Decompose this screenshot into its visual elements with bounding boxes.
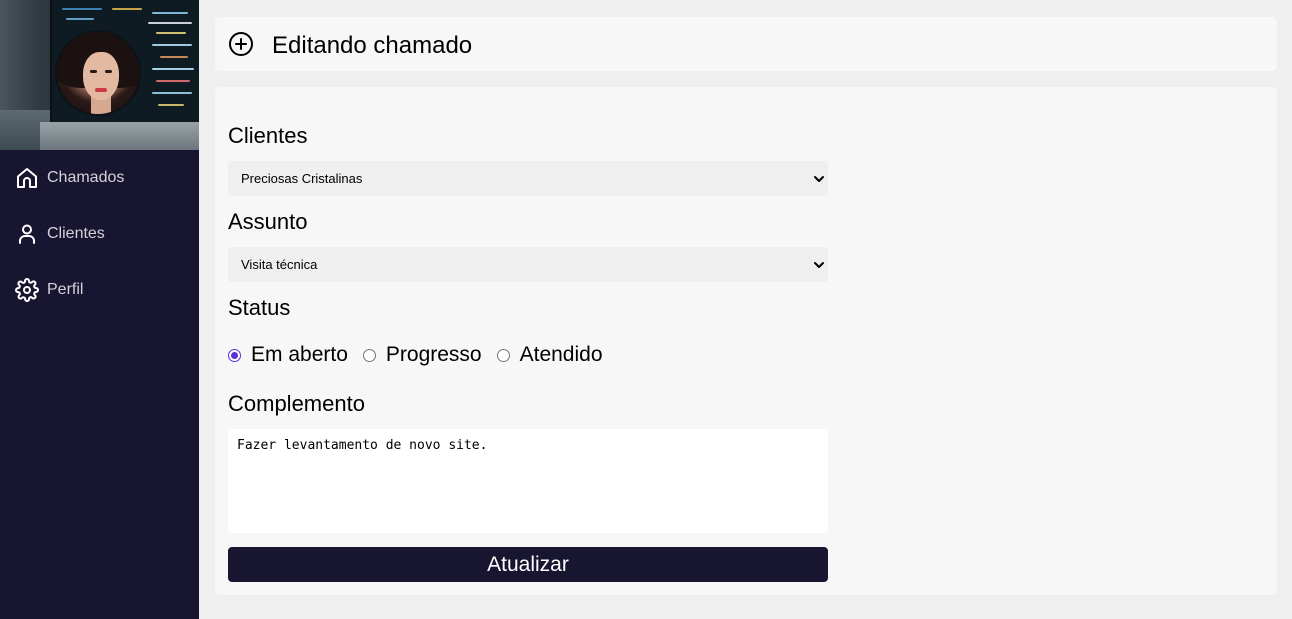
status-label: Status [228,295,291,320]
radio-label-progresso: Progresso [385,343,482,366]
chevron-down-icon [814,176,824,182]
sidebar: Chamados Clientes Perfil [0,0,199,619]
radio-em-aberto[interactable] [228,348,241,362]
profile-banner [0,0,199,150]
sidebar-item-label: Chamados [47,169,125,186]
radio-atendido[interactable] [496,348,510,362]
sidebar-item-label: Perfil [47,281,84,298]
gear-icon [15,278,39,302]
radio-label-em-aberto: Em aberto [251,343,348,366]
radio-progresso[interactable] [362,348,376,362]
complemento-label: Complemento [228,391,365,416]
chevron-down-icon [814,262,824,268]
page-header: Editando chamado [215,17,1277,71]
avatar[interactable] [55,30,141,116]
assunto-select-value: Visita técnica [241,257,318,272]
clientes-label: Clientes [228,123,308,148]
sidebar-item-label: Clientes [47,225,105,242]
home-icon [17,168,37,188]
laptop-keyboard-image [40,122,199,150]
sidebar-item-clientes[interactable]: Clientes [0,214,199,254]
user-icon [19,224,35,244]
assunto-label: Assunto [228,209,308,234]
assunto-select[interactable]: Visita técnica [228,247,828,282]
sidebar-item-chamados[interactable]: Chamados [0,158,199,198]
plus-circle-icon [229,32,253,56]
ticket-form: Clientes Preciosas Cristalinas Assunto V… [215,87,1277,595]
complemento-textarea[interactable]: Fazer levantamento de novo site. [228,429,828,533]
atualizar-button[interactable]: Atualizar [228,547,828,582]
sidebar-item-perfil[interactable]: Perfil [0,270,199,310]
clientes-select-value: Preciosas Cristalinas [241,171,363,186]
page-title: Editando chamado [272,32,473,59]
clientes-select[interactable]: Preciosas Cristalinas [228,161,828,196]
radio-label-atendido: Atendido [519,343,603,366]
status-radio-group: Em aberto Progresso Atendido [228,342,618,368]
